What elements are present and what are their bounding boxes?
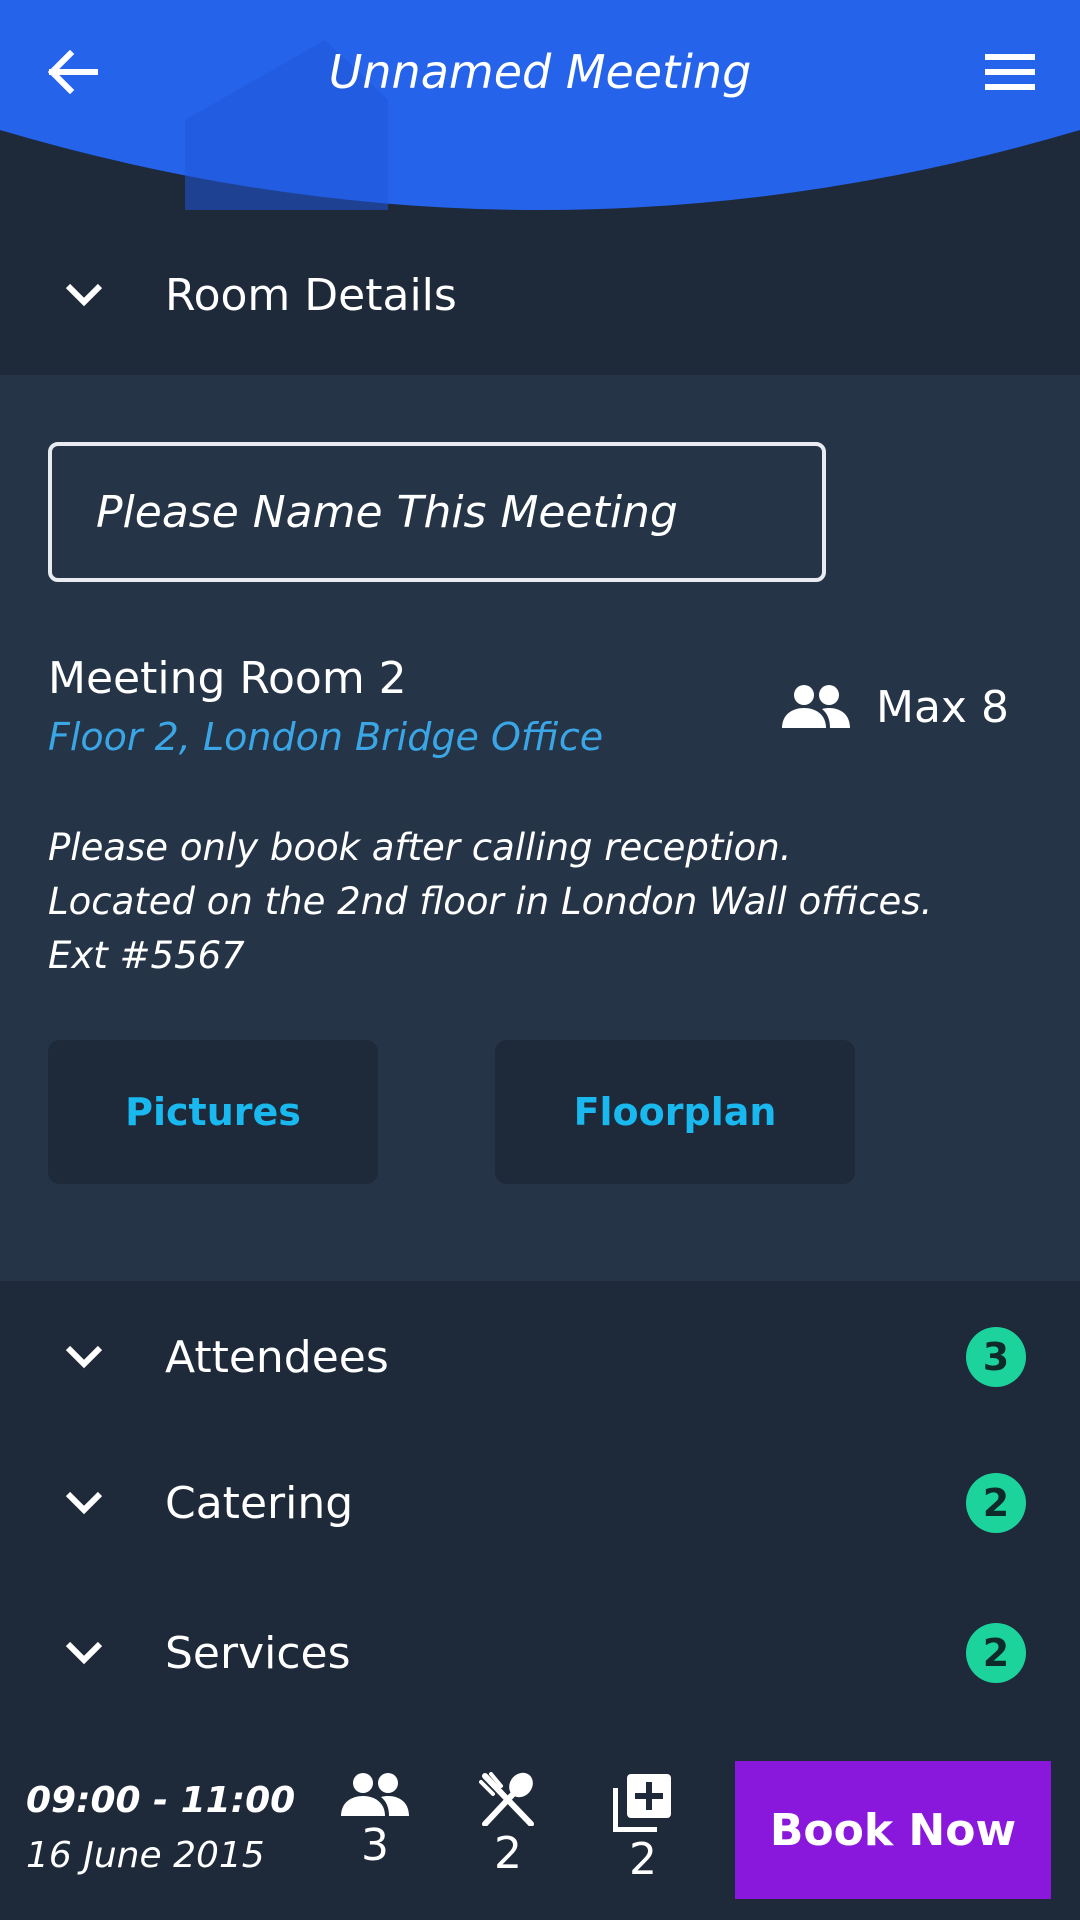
chevron-down-icon [60,271,108,319]
section-catering[interactable]: Catering 2 [0,1443,1080,1563]
section-label: Services [165,1627,351,1679]
section-label: Attendees [165,1331,389,1383]
menu-button[interactable] [970,36,1050,108]
pictures-button[interactable]: Pictures [48,1040,378,1184]
services-count: 2 [629,1834,657,1885]
people-icon [341,1773,409,1816]
arrow-left-icon [47,50,98,94]
room-capacity: Max 8 [782,675,1009,739]
description-line: Ext #5567 [48,934,245,977]
capacity-label: Max 8 [876,681,1009,733]
booking-summary-bar: 09:00 - 11:00 16 June 2015 3 2 2 Book No… [0,1740,1080,1920]
section-services[interactable]: Services 2 [0,1593,1080,1713]
room-details-panel: Meeting Room 2 Floor 2, London Bridge Of… [0,375,1080,1281]
catering-summary[interactable]: 2 [458,1772,558,1879]
catering-count: 2 [494,1828,522,1879]
description-line: Please only book after calling reception… [48,826,792,869]
attendees-count: 3 [361,1820,389,1871]
back-button[interactable] [36,36,108,108]
section-attendees[interactable]: Attendees 3 [0,1297,1080,1417]
attendees-summary[interactable]: 3 [325,1772,425,1871]
room-name: Meeting Room 2 [48,653,407,704]
count-badge: 2 [966,1623,1026,1683]
header-background [0,0,1080,210]
cutlery-icon [479,1772,534,1826]
count-badge: 2 [966,1473,1026,1533]
section-label: Room Details [165,269,457,321]
meeting-booking-screen: Unnamed Meeting Room Details Meeting Roo… [0,0,1080,1920]
count-badge: 3 [966,1327,1026,1387]
time-range: 09:00 - 11:00 [26,1780,296,1821]
hamburger-menu-icon [985,54,1035,90]
app-header: Unnamed Meeting [0,0,1080,220]
page-title: Unnamed Meeting [328,45,752,99]
meeting-name-input[interactable] [48,442,826,582]
description-line: Located on the 2nd floor in London Wall … [48,880,933,923]
section-label: Catering [165,1477,354,1529]
section-room-details[interactable]: Room Details [0,235,1080,355]
people-icon [782,685,850,728]
add-service-icon [613,1774,671,1832]
services-summary[interactable]: 2 [593,1772,693,1885]
chevron-down-icon [60,1629,108,1677]
room-description: Please only book after calling reception… [48,821,932,983]
booking-date: 16 June 2015 [26,1835,265,1876]
book-now-button[interactable]: Book Now [735,1761,1051,1899]
chevron-down-icon [60,1333,108,1381]
floorplan-button[interactable]: Floorplan [495,1040,855,1184]
chevron-down-icon [60,1479,108,1527]
room-location-link[interactable]: Floor 2, London Bridge Office [48,715,603,759]
